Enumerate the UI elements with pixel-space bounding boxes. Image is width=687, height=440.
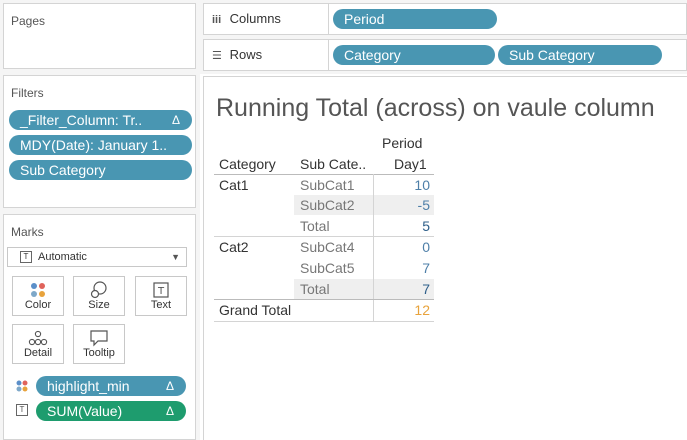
subcategory-label: SubCat5 bbox=[300, 260, 355, 276]
pages-card: Pages bbox=[3, 3, 196, 69]
size-button[interactable]: Size bbox=[73, 276, 125, 316]
grand-total-label: Grand Total bbox=[219, 302, 292, 318]
tooltip-button[interactable]: Tooltip bbox=[73, 324, 125, 364]
subcategory-label: SubCat1 bbox=[300, 177, 355, 193]
cell-value: 7 bbox=[422, 260, 430, 276]
text-button[interactable]: T Text bbox=[135, 276, 187, 316]
grand-total-value: 12 bbox=[414, 302, 430, 318]
delta-icon: Δ bbox=[165, 404, 174, 418]
columns-pill-period[interactable]: Period bbox=[333, 9, 497, 29]
chevron-down-icon: ▼ bbox=[171, 252, 180, 262]
filters-card: Filters _Filter_Column: Tr.. Δ MDY(Date)… bbox=[3, 75, 196, 208]
detail-button[interactable]: Detail bbox=[12, 324, 64, 364]
color-button[interactable]: Color bbox=[12, 276, 64, 316]
text-mark-icon: T bbox=[16, 404, 28, 416]
tooltip-icon bbox=[74, 325, 124, 347]
category-label: Cat1 bbox=[219, 177, 249, 193]
left-panel: Pages Filters _Filter_Column: Tr.. Δ MDY… bbox=[0, 0, 200, 440]
color-label: Color bbox=[24, 299, 52, 311]
viz-title: Running Total (across) on vaule column bbox=[216, 94, 655, 122]
mark-type-dropdown[interactable]: T Automatic ▼ bbox=[7, 247, 187, 267]
filter-pill-label: _Filter_Column: Tr.. bbox=[20, 112, 143, 128]
delta-icon: Δ bbox=[171, 113, 180, 127]
marks-title: Marks bbox=[11, 225, 44, 239]
filter-pill-label: Sub Category bbox=[20, 162, 106, 178]
shelf-area: iii Columns Period ☰ Rows Category Sub C… bbox=[200, 0, 687, 74]
columns-shelf-label: iii Columns bbox=[204, 4, 329, 34]
filters-title: Filters bbox=[11, 86, 44, 100]
delta-icon: Δ bbox=[165, 379, 174, 393]
category-header: Category bbox=[219, 156, 276, 172]
detail-label: Detail bbox=[23, 347, 53, 359]
group-divider bbox=[214, 236, 434, 237]
svg-text:T: T bbox=[157, 286, 165, 297]
cell-value: -5 bbox=[417, 197, 430, 213]
group-divider bbox=[214, 299, 434, 300]
marks-field-sum-value[interactable]: SUM(Value) Δ bbox=[36, 401, 186, 421]
text-mark-icon: T bbox=[20, 251, 32, 263]
subtotal-value: 7 bbox=[422, 281, 430, 297]
day-header: Day1 bbox=[394, 156, 427, 172]
mark-type-value: Automatic bbox=[38, 251, 87, 263]
rows-shelf-label: ☰ Rows bbox=[204, 40, 329, 70]
subcategory-label: SubCat4 bbox=[300, 239, 355, 255]
columns-shelf[interactable]: iii Columns Period bbox=[203, 3, 687, 35]
marks-field-highlight-min[interactable]: highlight_min Δ bbox=[36, 376, 186, 396]
filter-pill-subcategory[interactable]: Sub Category bbox=[9, 160, 192, 180]
subtotal-label: Total bbox=[300, 281, 330, 297]
header-divider bbox=[214, 174, 434, 175]
viz-area: Running Total (across) on vaule column P… bbox=[203, 76, 687, 440]
period-header: Period bbox=[382, 135, 423, 151]
table-bottom-border bbox=[214, 321, 434, 322]
columns-icon: iii bbox=[212, 14, 222, 26]
rows-shelf[interactable]: ☰ Rows Category Sub Category bbox=[203, 39, 687, 71]
color-icon bbox=[13, 277, 63, 299]
filter-pill-filter-column[interactable]: _Filter_Column: Tr.. Δ bbox=[9, 110, 192, 130]
size-icon bbox=[74, 277, 124, 299]
size-label: Size bbox=[88, 299, 110, 311]
filter-pill-date[interactable]: MDY(Date): January 1.. bbox=[9, 135, 192, 155]
cell-value: 0 bbox=[422, 239, 430, 255]
tooltip-label: Tooltip bbox=[83, 347, 115, 359]
category-label: Cat2 bbox=[219, 239, 249, 255]
subtotal-label: Total bbox=[300, 218, 330, 234]
subtotal-value: 5 bbox=[422, 218, 430, 234]
rows-pill-subcategory[interactable]: Sub Category bbox=[498, 45, 662, 65]
text-label: Text bbox=[150, 299, 172, 311]
pages-title: Pages bbox=[11, 14, 46, 28]
marks-field-label: highlight_min bbox=[47, 378, 130, 394]
subcategory-label: SubCat2 bbox=[300, 197, 355, 213]
color-icon bbox=[15, 379, 29, 398]
cell-value: 10 bbox=[414, 177, 430, 193]
rows-icon: ☰ bbox=[212, 50, 222, 62]
subcategory-header: Sub Cate.. bbox=[300, 156, 367, 172]
marks-field-label: SUM(Value) bbox=[47, 403, 123, 419]
rows-pill-category[interactable]: Category bbox=[333, 45, 495, 65]
detail-icon bbox=[13, 325, 63, 347]
text-icon: T bbox=[136, 277, 186, 299]
filter-pill-label: MDY(Date): January 1.. bbox=[20, 137, 168, 153]
